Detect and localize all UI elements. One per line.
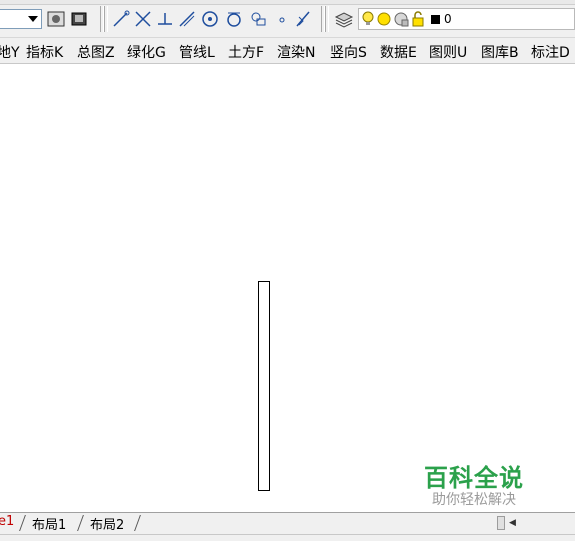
menu-item-site-plan[interactable]: 总图Z	[77, 42, 115, 62]
snap-nearest-icon[interactable]	[293, 9, 313, 29]
scrollbar-thumb[interactable]	[497, 516, 505, 530]
snap-parallel-icon[interactable]	[177, 9, 197, 29]
snap-insert-icon[interactable]	[248, 9, 268, 29]
menu-item-vertical[interactable]: 竖向S	[330, 42, 367, 62]
menu-item-library[interactable]: 图库B	[481, 42, 519, 62]
layer-color-swatch	[431, 15, 440, 24]
lock-icon[interactable]	[411, 11, 429, 27]
watermark-subtitle: 助你轻松解决	[432, 492, 516, 508]
tab-layout2[interactable]: 布局2	[90, 514, 124, 533]
menu-item-render[interactable]: 渲染N	[277, 42, 315, 62]
toolbar-top-edge	[0, 0, 575, 5]
scroll-left-icon[interactable]: ◀	[509, 518, 516, 528]
menu-item-pipeline[interactable]: 管线L	[179, 42, 215, 62]
toolbar-separator	[325, 6, 329, 32]
snap-perpendicular-icon[interactable]	[155, 9, 175, 29]
tab-layout1[interactable]: 布局1	[32, 514, 66, 533]
layer-dropdown[interactable]: 0	[358, 8, 575, 30]
menu-item-legend[interactable]: 图则U	[429, 42, 467, 62]
toolbar: 0	[0, 0, 575, 38]
layout-tab-bar: e1 布局1 布局2	[0, 512, 575, 534]
drawn-rectangle[interactable]	[258, 281, 270, 491]
menu-item[interactable]: 地Y	[0, 42, 20, 62]
menu-item-data[interactable]: 数据E	[380, 42, 417, 62]
freeze-icon[interactable]	[393, 11, 409, 27]
menu-item-annotate[interactable]: 标注D	[531, 42, 570, 62]
toolbar-separator	[104, 6, 108, 32]
matchprop-icon[interactable]	[46, 9, 66, 29]
sun-icon[interactable]	[376, 11, 392, 27]
chevron-down-icon[interactable]	[28, 16, 38, 22]
layer-name: 0	[444, 12, 452, 26]
menu-item-earthwork[interactable]: 土方F	[228, 42, 264, 62]
block-icon[interactable]	[69, 9, 89, 29]
bulb-icon[interactable]	[361, 11, 375, 27]
snap-tangent-icon[interactable]	[224, 9, 244, 29]
layers-icon[interactable]	[334, 9, 354, 29]
snap-center-icon[interactable]	[200, 9, 220, 29]
snap-intersection-icon[interactable]	[133, 9, 153, 29]
tab-divider	[134, 515, 141, 531]
watermark: 百科全说 助你轻松解决	[406, 453, 552, 515]
tab-divider	[77, 515, 84, 531]
horizontal-scrollbar[interactable]: ◀	[497, 515, 575, 532]
watermark-title: 百科全说	[424, 464, 524, 492]
tab-model[interactable]: e1	[0, 514, 14, 529]
snap-endpoint-icon[interactable]	[111, 9, 131, 29]
menu-bar: 地Y 指标K 总图Z 绿化G 管线L 土方F 渲染N 竖向S 数据E 图则U 图…	[0, 38, 575, 64]
snap-node-icon[interactable]	[272, 9, 292, 29]
drawing-canvas[interactable]	[0, 64, 575, 512]
status-bar	[0, 534, 575, 541]
style-dropdown[interactable]	[0, 9, 42, 29]
menu-item-greening[interactable]: 绿化G	[127, 42, 166, 62]
menu-item-index[interactable]: 指标K	[26, 42, 63, 62]
tab-divider	[19, 515, 26, 531]
